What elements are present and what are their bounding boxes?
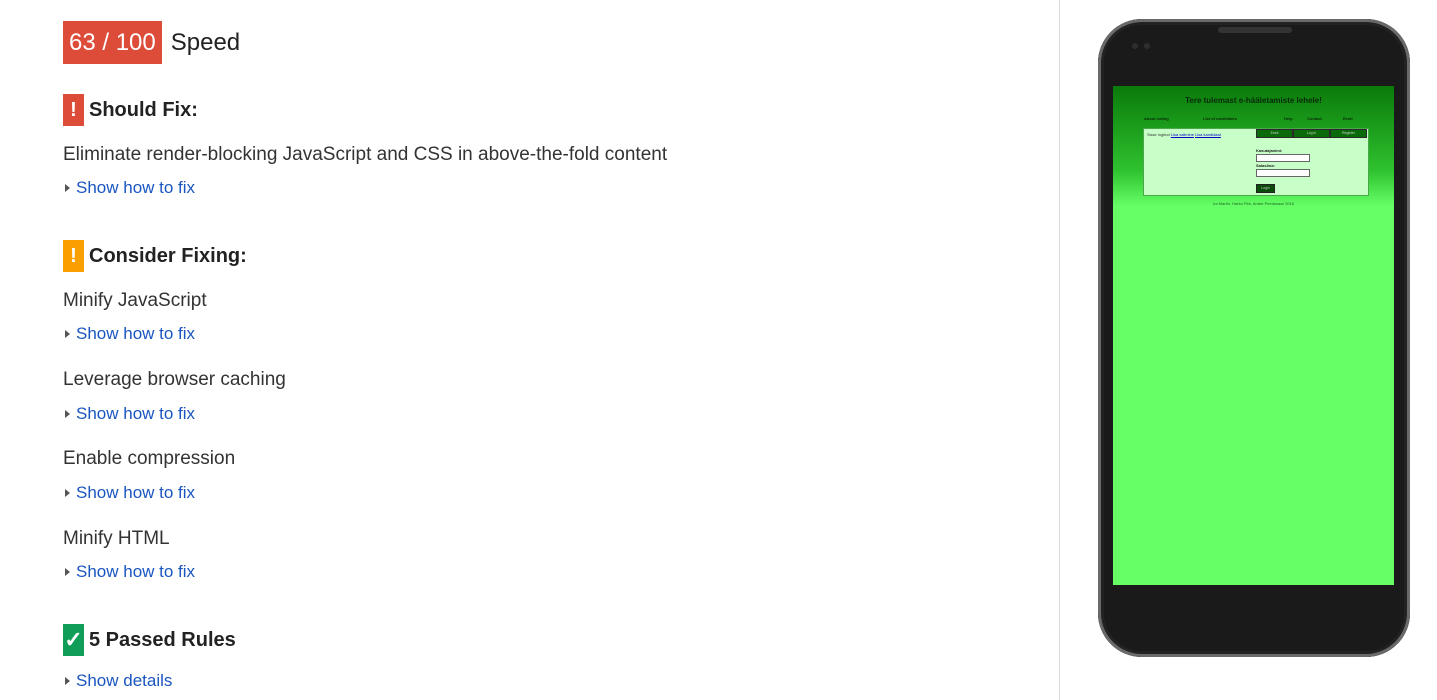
- triangle-right-icon: [65, 410, 70, 418]
- show-how-to-fix-link[interactable]: Show how to fix: [63, 483, 195, 503]
- score-label: Speed: [170, 28, 241, 56]
- preview-screen: Tere tulemast e-hääletamiste lehele! Abo…: [1113, 86, 1394, 585]
- preview-tab: Eesti: [1256, 129, 1293, 138]
- show-details-link[interactable]: Show details: [63, 671, 172, 691]
- should-fix-title: Should Fix:: [89, 98, 198, 121]
- preview-panel-text: Sisse logitud Lisa valimine Lisa kandida…: [1147, 132, 1221, 137]
- rule-title: Enable compression: [63, 448, 236, 469]
- preview-login-button: Login: [1256, 184, 1275, 193]
- checkmark-icon: ✓: [63, 624, 84, 656]
- rule-title: Minify JavaScript: [63, 290, 207, 311]
- show-how-to-fix-link[interactable]: Show how to fix: [63, 324, 195, 344]
- preview-footer: Ira Martin, Harko Pirk, Andre Peedosaar …: [1213, 201, 1294, 206]
- preview-site-title: Tere tulemast e-hääletamiste lehele!: [1185, 96, 1322, 105]
- phone-sensor-icon: [1144, 43, 1150, 49]
- link-label: Show how to fix: [76, 562, 196, 581]
- link-label: Show how to fix: [76, 483, 196, 502]
- exclamation-icon: !: [63, 240, 84, 272]
- link-label: Show details: [76, 671, 173, 690]
- preview-tab: Register: [1330, 129, 1367, 138]
- preview-nav-item: List of candidates: [1203, 116, 1238, 121]
- show-how-to-fix-link[interactable]: Show how to fix: [63, 562, 195, 582]
- exclamation-icon: !: [63, 94, 84, 126]
- results-panel: 63 / 100 Speed ! Should Fix: Eliminate r…: [0, 0, 1059, 700]
- mobile-preview-phone: Tere tulemast e-hääletamiste lehele! Abo…: [1098, 19, 1410, 657]
- triangle-right-icon: [65, 568, 70, 576]
- preview-tab: Log in: [1293, 129, 1330, 138]
- preview-nav-item: About voting: [1144, 116, 1169, 121]
- preview-nav-item: Help: [1284, 116, 1293, 121]
- passed-rules-title: 5 Passed Rules: [89, 628, 236, 651]
- rule-title: Eliminate render-blocking JavaScript and…: [63, 144, 668, 165]
- should-fix-header: ! Should Fix:: [63, 94, 198, 126]
- show-how-to-fix-link[interactable]: Show how to fix: [63, 404, 195, 424]
- link-label: Show how to fix: [76, 404, 196, 423]
- show-how-to-fix-link[interactable]: Show how to fix: [63, 178, 195, 198]
- preview-username-field: [1256, 154, 1310, 162]
- phone-speaker: [1218, 27, 1292, 33]
- rule-title: Minify HTML: [63, 528, 170, 549]
- preview-logged-in-text: Sisse logitud: [1147, 132, 1170, 137]
- link-label: Show how to fix: [76, 178, 196, 197]
- preview-login-panel: Sisse logitud Lisa valimine Lisa kandida…: [1143, 128, 1369, 196]
- consider-fixing-title: Consider Fixing:: [89, 244, 247, 267]
- triangle-right-icon: [65, 330, 70, 338]
- score-badge: 63 / 100: [63, 21, 162, 64]
- panel-divider: [1059, 0, 1060, 700]
- preview-nav-item: Eesti: [1343, 116, 1353, 121]
- triangle-right-icon: [65, 489, 70, 497]
- triangle-right-icon: [65, 677, 70, 685]
- preview-username-label: Kasutajanimi:: [1256, 148, 1283, 153]
- phone-camera-icon: [1132, 43, 1138, 49]
- passed-rules-header: ✓ 5 Passed Rules: [63, 624, 236, 656]
- preview-link: Lisa kandidaat: [1195, 132, 1221, 137]
- rule-title: Leverage browser caching: [63, 369, 286, 390]
- score-header: 63 / 100 Speed: [63, 21, 240, 64]
- triangle-right-icon: [65, 184, 70, 192]
- preview-password-field: [1256, 169, 1310, 177]
- consider-fixing-header: ! Consider Fixing:: [63, 240, 247, 272]
- link-label: Show how to fix: [76, 324, 196, 343]
- preview-nav-item: Contact: [1307, 116, 1322, 121]
- preview-password-label: Salasõna:: [1256, 163, 1275, 168]
- preview-link: Lisa valimine: [1170, 132, 1194, 137]
